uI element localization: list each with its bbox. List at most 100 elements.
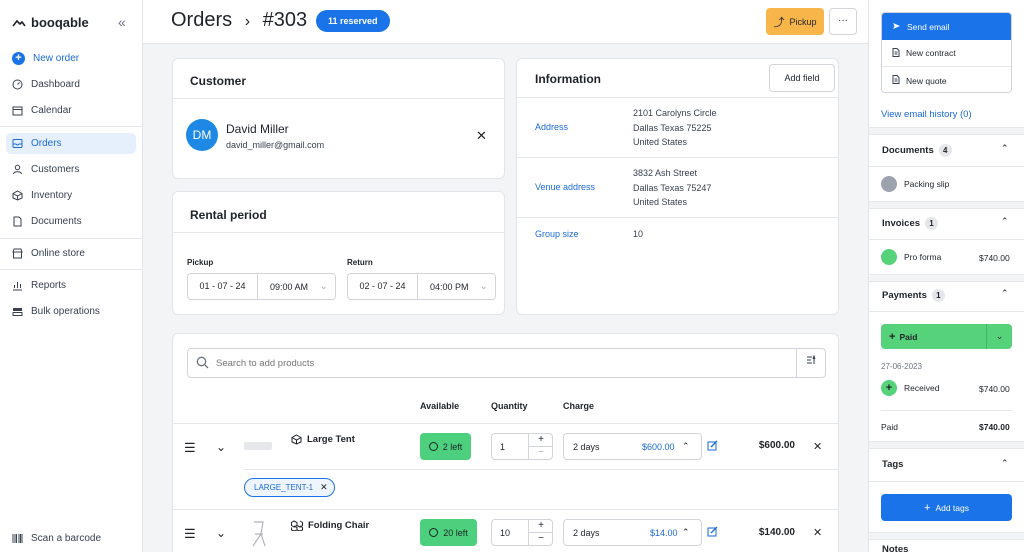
- sidebar-item-label: Bulk operations: [31, 306, 100, 317]
- line-total: $600.00: [758, 440, 795, 451]
- pickup-datetime-field: 01 - 07 - 24 09:00 AM ⌄: [187, 273, 336, 300]
- line-total: $140.00: [758, 527, 795, 538]
- card-divider: [517, 97, 838, 98]
- sidebar-item-calendar[interactable]: Calendar: [6, 100, 136, 121]
- payment-item[interactable]: + Received: [881, 380, 939, 396]
- product-search-input[interactable]: [216, 355, 776, 371]
- customer-card: Customer DM David Miller david_miller@gm…: [172, 58, 505, 179]
- paid-button[interactable]: + Paid: [881, 324, 986, 349]
- charge-selector[interactable]: 2 days $600.00 ⌃: [563, 433, 702, 460]
- new-quote-button[interactable]: New quote: [882, 67, 1011, 92]
- pickup-date-input[interactable]: 01 - 07 - 24: [188, 274, 258, 299]
- app-logo[interactable]: booqable: [12, 15, 89, 30]
- return-date-input[interactable]: 02 - 07 - 24: [348, 274, 418, 299]
- increment-button[interactable]: +: [528, 520, 553, 533]
- chevron-down-icon[interactable]: ⌄: [216, 440, 226, 454]
- pickup-time-input[interactable]: 09:00 AM: [258, 282, 320, 292]
- section-divider: [869, 532, 1024, 540]
- remove-line-icon[interactable]: ✕: [813, 440, 822, 453]
- send-email-label: Send email: [907, 21, 950, 32]
- decrement-button[interactable]: −: [528, 533, 553, 545]
- chevron-down-icon[interactable]: ⌄: [216, 526, 226, 540]
- return-time-input[interactable]: 04:00 PM: [418, 282, 480, 292]
- more-options-button[interactable]: ···: [829, 8, 857, 35]
- paid-dropdown-button[interactable]: ⌄: [986, 324, 1012, 349]
- product-name[interactable]: Large Tent: [291, 434, 355, 445]
- edit-icon[interactable]: [707, 440, 718, 454]
- chevron-down-icon[interactable]: ⌄: [480, 281, 488, 292]
- new-contract-button[interactable]: New contract: [882, 40, 1011, 67]
- chevron-up-icon[interactable]: ⌃: [1001, 458, 1009, 469]
- customer-name[interactable]: David Miller: [226, 122, 289, 136]
- section-divider: [869, 127, 1024, 135]
- add-field-button[interactable]: Add field: [769, 64, 835, 92]
- charge-selector[interactable]: 2 days $14.00 ⌃: [563, 519, 702, 546]
- invoices-header[interactable]: Invoices 1: [882, 217, 939, 230]
- stock-item-tag[interactable]: LARGE_TENT-1 ✕: [244, 478, 335, 497]
- product-name[interactable]: Folding Chair: [291, 520, 369, 531]
- info-value-venue-address: 3832 Ash Street Dallas Texas 75247 Unite…: [633, 166, 711, 210]
- sidebar-item-orders[interactable]: Orders: [6, 133, 136, 154]
- column-header-quantity: Quantity: [491, 401, 528, 411]
- order-sidebar: Send email New contract New quote View e…: [868, 0, 1024, 552]
- invoice-item[interactable]: Pro forma: [881, 249, 941, 265]
- decrement-button[interactable]: −: [528, 447, 553, 459]
- send-email-button[interactable]: Send email: [882, 13, 1011, 40]
- remove-customer-icon[interactable]: ✕: [476, 128, 487, 144]
- quantity-input[interactable]: 10: [500, 528, 510, 538]
- collapse-sidebar-icon[interactable]: «: [118, 14, 126, 30]
- sidebar-item-dashboard[interactable]: Dashboard: [6, 74, 136, 95]
- close-icon[interactable]: ✕: [320, 482, 328, 493]
- info-label-venue-address[interactable]: Venue address: [535, 182, 595, 192]
- row-divider: [244, 469, 838, 470]
- quantity-input[interactable]: 1: [500, 442, 505, 452]
- sidebar-item-online-store[interactable]: Online store: [6, 243, 136, 264]
- card-divider: [517, 157, 838, 158]
- rental-period-title: Rental period: [190, 208, 267, 222]
- remove-line-icon[interactable]: ✕: [813, 526, 822, 539]
- document-item[interactable]: Packing slip: [881, 176, 949, 192]
- sidebar-item-reports[interactable]: Reports: [6, 275, 136, 296]
- plus-circle-icon: +: [881, 380, 897, 396]
- sidebar-divider: [0, 126, 143, 127]
- breadcrumb-orders[interactable]: Orders: [171, 9, 232, 31]
- drag-handle-icon[interactable]: ☰: [184, 440, 196, 456]
- information-title: Information: [535, 72, 601, 86]
- address-line: 3832 Ash Street: [633, 168, 698, 178]
- drag-handle-icon[interactable]: ☰: [184, 526, 196, 542]
- sidebar-item-customers[interactable]: Customers: [6, 159, 136, 180]
- product-name-label: Folding Chair: [308, 520, 370, 531]
- notes-header[interactable]: Notes: [882, 544, 908, 552]
- scan-barcode-button[interactable]: Scan a barcode: [6, 528, 136, 549]
- sidebar-item-label: Documents: [31, 216, 82, 227]
- sidebar-item-inventory[interactable]: Inventory: [6, 185, 136, 206]
- box-icon: [291, 434, 302, 445]
- info-label-group-size[interactable]: Group size: [535, 229, 579, 239]
- sidebar-item-new-order[interactable]: + New order: [6, 48, 136, 69]
- edit-icon[interactable]: [707, 526, 718, 540]
- increment-button[interactable]: +: [528, 434, 553, 447]
- availability-label: 2 left: [442, 441, 463, 452]
- chevron-up-icon[interactable]: ⌃: [1001, 143, 1009, 154]
- chevron-up-icon[interactable]: ⌃: [1001, 288, 1009, 299]
- payment-received-label: Received: [904, 383, 940, 393]
- product-thumbnail: [244, 442, 272, 450]
- pickup-button[interactable]: ⤴ Pickup: [766, 8, 824, 35]
- orders-icon: [12, 138, 23, 149]
- chevron-down-icon[interactable]: ⌄: [320, 281, 328, 292]
- add-tags-button[interactable]: + Add tags: [881, 494, 1012, 521]
- chevron-up-icon: ⌃: [682, 441, 690, 451]
- sidebar-item-documents[interactable]: Documents: [6, 211, 136, 232]
- info-label-address[interactable]: Address: [535, 122, 568, 132]
- payments-count: 1: [931, 289, 945, 302]
- sidebar-item-bulk-operations[interactable]: Bulk operations: [6, 301, 136, 322]
- email-history-link[interactable]: View email history (0): [881, 109, 972, 120]
- store-icon: [12, 248, 23, 259]
- payments-header[interactable]: Payments 1: [882, 289, 945, 302]
- tags-header[interactable]: Tags: [882, 459, 903, 470]
- filter-icon[interactable]: [796, 349, 825, 377]
- documents-header[interactable]: Documents 4: [882, 144, 952, 157]
- sidebar-divider: [0, 238, 143, 239]
- section-divider: [869, 166, 1024, 167]
- chevron-up-icon[interactable]: ⌃: [1001, 216, 1009, 227]
